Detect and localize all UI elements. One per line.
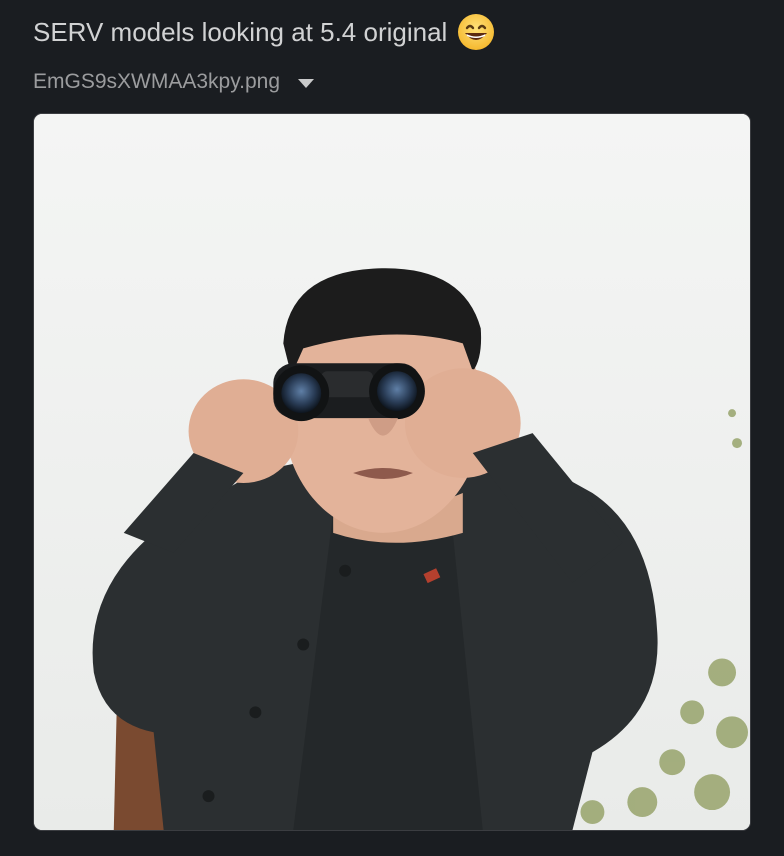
attachment-image[interactable] <box>33 113 751 831</box>
grinning-face-emoji-icon[interactable] <box>457 13 495 51</box>
message-container: SERV models looking at 5.4 original EmGS… <box>0 0 784 856</box>
message-text-row: SERV models looking at 5.4 original <box>33 12 495 52</box>
attachment-header[interactable]: EmGS9sXWMAA3kpy.png <box>33 66 315 98</box>
message-text: SERV models looking at 5.4 original <box>33 17 448 47</box>
attachment-filename[interactable]: EmGS9sXWMAA3kpy.png <box>33 66 280 98</box>
caret-down-icon[interactable] <box>298 79 315 88</box>
photo-icon <box>34 114 750 830</box>
